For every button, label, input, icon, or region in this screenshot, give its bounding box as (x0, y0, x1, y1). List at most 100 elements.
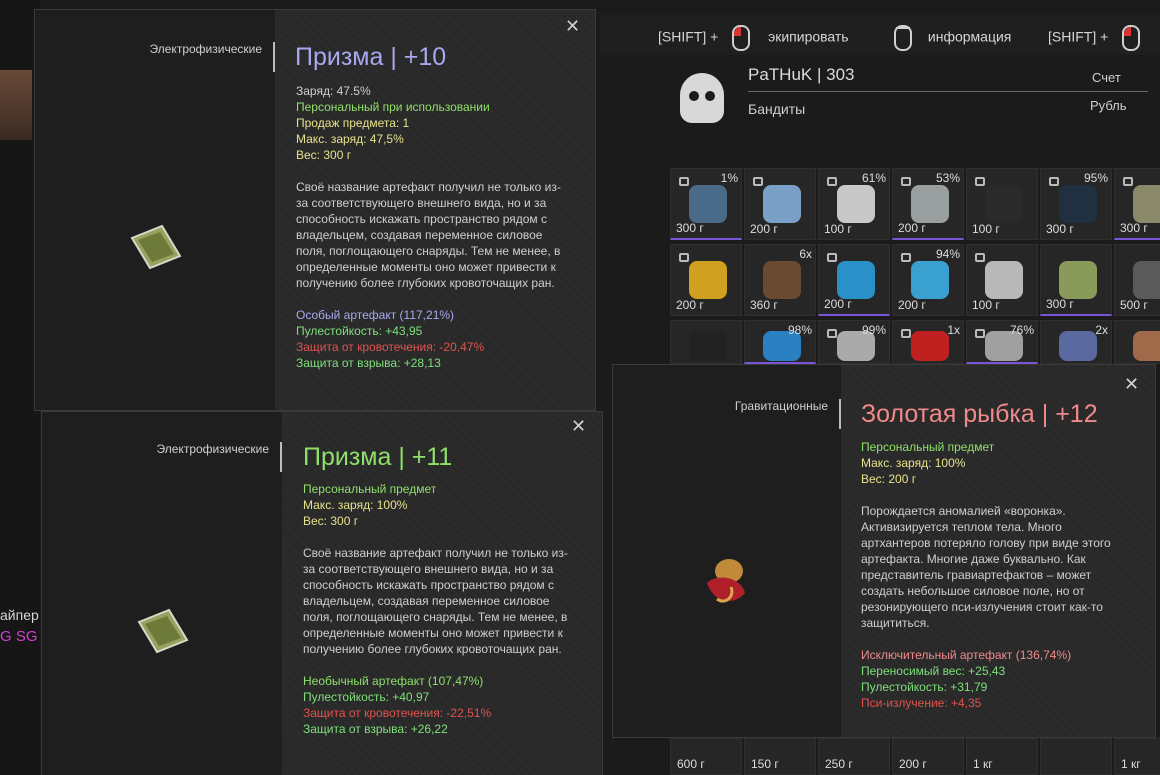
inventory-slot[interactable]: 1 кг (1114, 738, 1160, 775)
slot-weight: 100 г (824, 222, 852, 236)
lock-icon (1049, 177, 1059, 186)
slot-weight: 200 г (750, 222, 778, 236)
effect-line: Защита от кровотечения: -22,51% (303, 706, 492, 720)
slot-charge: 2x (1095, 323, 1108, 337)
artifact-icon (689, 185, 727, 223)
inventory-slot[interactable]: 53% 200 г (892, 168, 964, 240)
goldfish-artifact-image (707, 559, 745, 603)
slot-weight: 1 кг (1121, 757, 1141, 771)
artifact-icon (1133, 331, 1160, 361)
inventory-slot[interactable]: 100 г (966, 168, 1038, 240)
inventory-slot[interactable]: 61% 100 г (818, 168, 890, 240)
effect-line: Защита от взрыва: +26,22 (303, 722, 448, 736)
inventory-slot[interactable]: 1% 300 г (670, 168, 742, 240)
inventory-slot[interactable] (670, 320, 742, 364)
inventory-slot[interactable]: 600 г (670, 738, 742, 775)
lock-icon (827, 253, 837, 262)
inventory-slot[interactable]: 6x 360 г (744, 244, 816, 316)
lock-icon (901, 177, 911, 186)
inventory-slot[interactable]: 200 г (744, 168, 816, 240)
inventory-slot[interactable]: 2x (1040, 320, 1112, 364)
artifact-icon (837, 185, 875, 223)
slot-weight: 300 г (1046, 222, 1074, 236)
inventory-slot[interactable]: 200 г (892, 738, 964, 775)
slot-weight: 1 кг (973, 757, 993, 771)
stat-max-charge: Макс. заряд: 47,5% (296, 132, 404, 146)
lock-icon (1123, 177, 1133, 186)
artifact-description: Порождается аномалией «воронка». Активиз… (861, 504, 1111, 630)
close-icon[interactable]: ✕ (565, 17, 580, 35)
inventory-slot[interactable]: 300 г (1040, 244, 1112, 316)
inventory-slot[interactable]: 1x (892, 320, 964, 364)
inventory-slot[interactable]: 100 г (966, 244, 1038, 316)
artifact-tooltip-prism-10: Электрофизические Призма | +10 ✕ Заряд: … (35, 10, 595, 410)
artifact-icon (985, 185, 1023, 223)
artifact-tooltip-prism-11: Электрофизические Призма | +11 ✕ Персона… (42, 412, 602, 775)
hint-equip-label: экипировать (768, 28, 849, 45)
hint-shift: [SHIFT] + (1048, 25, 1141, 51)
inventory-slot[interactable] (1114, 320, 1160, 364)
hint-info-label: информация (927, 28, 1012, 45)
artifact-icon (911, 331, 949, 361)
inventory-slot[interactable]: 150 г (744, 738, 816, 775)
inventory-slot[interactable]: 94% 200 г (892, 244, 964, 316)
lock-icon (975, 329, 985, 338)
artifact-rarity: Исключительный артефакт (136,74%) (861, 648, 1072, 662)
lock-icon (679, 177, 689, 186)
effect-line: Переносимый вес: +25,43 (861, 664, 1006, 678)
artifact-icon (1133, 261, 1160, 299)
artifact-icon (1059, 185, 1097, 223)
skull-icon (680, 73, 724, 123)
slot-weight: 300 г (676, 221, 704, 235)
artifact-title: Призма | +10 (295, 43, 447, 71)
close-icon[interactable]: ✕ (571, 417, 586, 435)
effect-line: Пулестойкость: +31,79 (861, 680, 988, 694)
inventory-grid: 1% 300 г 200 г 61% 100 г 53% 200 г 100 г 95% 300 … (670, 168, 1160, 364)
inventory-slot[interactable]: 200 г (670, 244, 742, 316)
inventory-slot[interactable]: 250 г (818, 738, 890, 775)
artifact-details: Заряд: 47.5% Персональный при использова… (296, 83, 576, 371)
left-background-strip: айпер G SG S (0, 0, 52, 775)
inventory-slot[interactable] (1040, 738, 1112, 775)
inventory-slot[interactable]: 95% 300 г (1040, 168, 1112, 240)
stat-weight: Вес: 200 г (861, 472, 917, 486)
inventory-slot[interactable]: 76% (966, 320, 1038, 364)
slot-charge: 99% (861, 323, 886, 337)
inventory-slot[interactable]: 200 г (818, 244, 890, 316)
slot-weight: 300 г (1046, 297, 1074, 311)
artifact-icon (1059, 331, 1097, 361)
slot-charge: 6x (799, 247, 812, 261)
prism-artifact-image (137, 608, 189, 654)
slot-weight: 200 г (824, 297, 852, 311)
stat-personal: Персональный при использовании (296, 100, 490, 114)
artifact-category: Электрофизические (149, 42, 262, 56)
artifact-title: Золотая рыбка | +12 (861, 400, 1098, 428)
slot-weight: 300 г (1120, 221, 1148, 235)
close-icon[interactable]: ✕ (1124, 375, 1139, 393)
hint-info: информация (894, 25, 1011, 51)
artifact-category: Гравитационные (734, 399, 828, 413)
player-info: PaTHuK | 303 Бандиты Счет Рубль (630, 55, 1160, 160)
slot-weight: 600 г (677, 757, 705, 771)
stat-weight: Вес: 300 г (303, 514, 359, 528)
artifact-preview-area (42, 412, 282, 775)
stat-max-charge: Макс. заряд: 100% (303, 498, 408, 512)
artifact-icon (1133, 185, 1160, 223)
title-separator (839, 399, 841, 429)
hint-shift-prefix: [SHIFT] + (1048, 28, 1109, 45)
stat-sales: Продаж предмета: 1 (296, 116, 410, 130)
slot-charge: 53% (935, 171, 960, 185)
effect-line: Защита от кровотечения: -20,47% (296, 340, 485, 354)
inventory-slot[interactable]: 99% (818, 320, 890, 364)
inventory-slot[interactable]: 98% (744, 320, 816, 364)
mouse-left-icon (1122, 25, 1141, 51)
lock-icon (975, 177, 985, 186)
effect-line: Пси-излучение: +4,35 (861, 696, 982, 710)
inventory-slot[interactable]: 300 г (1114, 168, 1160, 240)
effect-line: Пулестойкость: +43,95 (296, 324, 423, 338)
inventory-slot[interactable]: 500 г (1114, 244, 1160, 316)
artifact-rarity: Необычный артефакт (107,47%) (303, 674, 484, 688)
artifact-preview-area (613, 365, 841, 737)
inventory-bottom-row: 600 г 150 г 250 г 200 г 1 кг 1 кг (670, 738, 1160, 775)
inventory-slot[interactable]: 1 кг (966, 738, 1038, 775)
